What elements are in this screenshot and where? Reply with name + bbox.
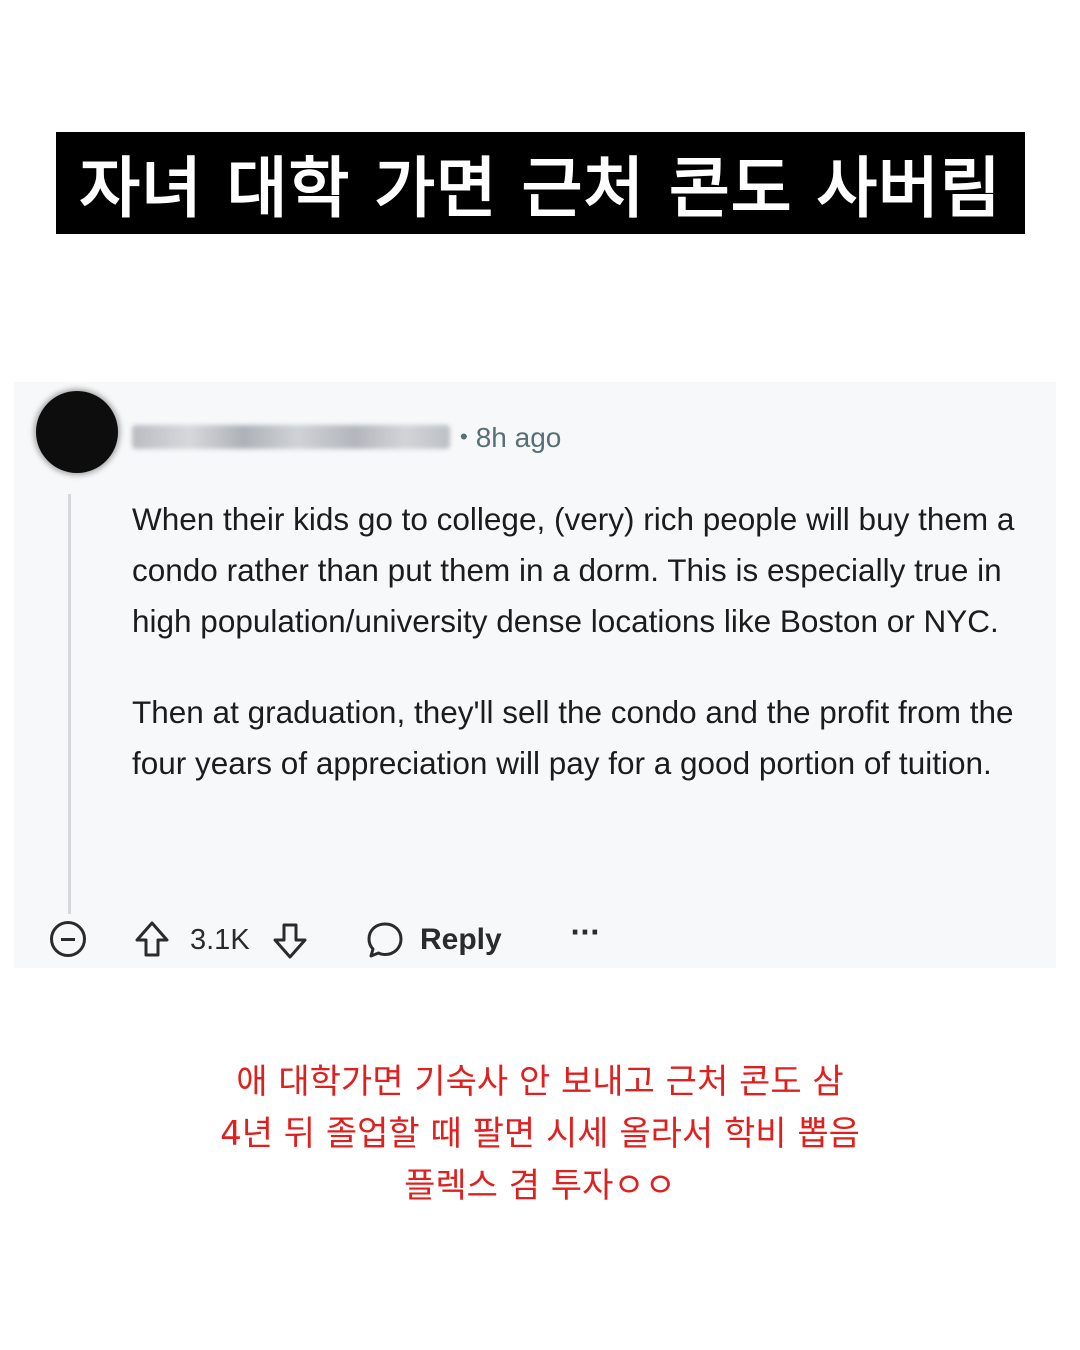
more-options-icon[interactable]: ··· — [570, 918, 600, 962]
comment-paragraph-2: Then at graduation, they'll sell the con… — [132, 694, 1014, 781]
reply-label: Reply — [420, 923, 502, 956]
upvote-icon[interactable] — [132, 918, 172, 962]
caption-line-1: 애 대학가면 기숙사 안 보내고 근처 콘도 삼 — [236, 1062, 844, 1102]
thread-line[interactable] — [68, 494, 71, 914]
comment-body: When their kids go to college, (very) ri… — [132, 494, 1042, 829]
reply-bubble-icon — [367, 922, 403, 958]
downvote-icon[interactable] — [270, 918, 310, 962]
timestamp: 8h ago — [475, 422, 562, 453]
caption: 애 대학가면 기숙사 안 보내고 근처 콘도 삼 4년 뒤 졸업할 때 팔면 시… — [0, 1056, 1080, 1212]
username-blurred[interactable] — [132, 425, 450, 449]
separator-dot: • — [460, 424, 468, 449]
title-banner: 자녀 대학 가면 근처 콘도 사버림 — [56, 132, 1025, 234]
caption-line-3: 플렉스 겸 투자ㅇㅇ — [404, 1166, 676, 1206]
reply-button[interactable]: Reply — [364, 918, 502, 962]
comment-action-bar: 3.1K Reply ··· — [14, 918, 1056, 968]
vote-score: 3.1K — [190, 924, 250, 956]
avatar[interactable] — [36, 391, 118, 473]
comment-meta: • 8h ago — [460, 422, 561, 454]
caption-line-2: 4년 뒤 졸업할 때 팔면 시세 올라서 학비 뽑음 — [220, 1114, 860, 1154]
collapse-icon[interactable] — [50, 921, 86, 957]
page-title: 자녀 대학 가면 근처 콘도 사버림 — [79, 150, 1002, 227]
comment-card: • 8h ago When their kids go to college, (… — [14, 382, 1056, 968]
comment-paragraph-1: When their kids go to college, (very) ri… — [132, 501, 1015, 639]
